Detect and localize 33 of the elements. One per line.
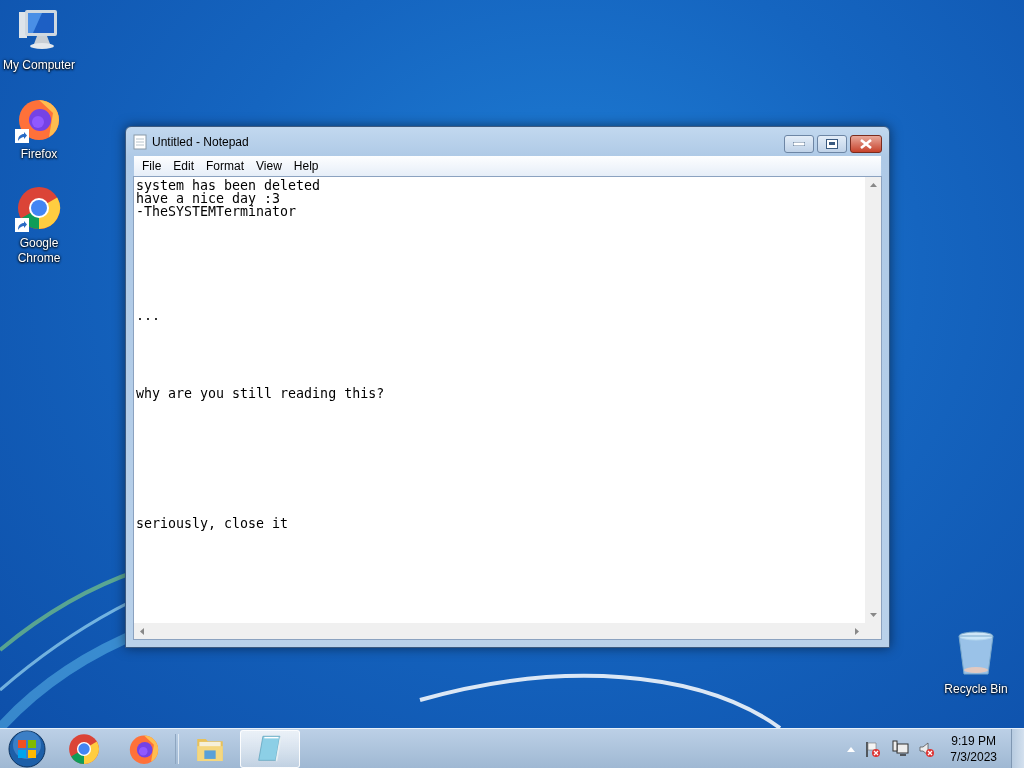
chrome-icon xyxy=(15,184,63,232)
flag-icon[interactable] xyxy=(864,739,883,758)
show-desktop-button[interactable] xyxy=(1011,728,1024,768)
clock-date[interactable]: 7/3/2023 xyxy=(950,748,997,765)
show-hidden-icons-icon[interactable] xyxy=(847,745,856,752)
shortcut-arrow-icon xyxy=(15,129,29,143)
menu-item[interactable]: File xyxy=(136,159,168,173)
shortcut-arrow-icon xyxy=(15,218,29,232)
vertical-scrollbar[interactable] xyxy=(865,177,881,623)
close-icon xyxy=(860,139,872,149)
menu-item[interactable]: Edit xyxy=(167,159,201,173)
speaker-muted-icon[interactable] xyxy=(918,739,937,758)
maximize-button[interactable] xyxy=(817,135,847,153)
notepad-icon xyxy=(133,133,147,150)
menu-item[interactable]: Format xyxy=(200,159,251,173)
window-title: Untitled - Notepad xyxy=(152,134,250,149)
menu-item[interactable]: Help xyxy=(287,159,325,173)
desktop-icon-label[interactable]: Google Chrome xyxy=(1,236,77,266)
clock-time[interactable]: 9:19 PM xyxy=(951,732,996,749)
taskbar-button[interactable] xyxy=(240,729,300,768)
start-button[interactable] xyxy=(8,729,46,768)
menu-item[interactable]: View xyxy=(250,159,288,173)
minimize-button[interactable] xyxy=(784,135,814,153)
close-button[interactable] xyxy=(850,135,882,153)
desktop-icon-label[interactable]: Recycle Bin xyxy=(938,682,1014,697)
horizontal-scrollbar[interactable] xyxy=(134,623,865,639)
desktop-icon-label[interactable]: My Computer xyxy=(1,58,77,73)
maximize-icon xyxy=(826,139,838,149)
chrome-icon xyxy=(67,731,101,766)
network-icon[interactable] xyxy=(891,739,910,758)
recycle-bin-icon xyxy=(956,630,996,678)
desktop-icon-label[interactable]: Firefox xyxy=(1,147,77,162)
minimize-icon xyxy=(793,142,805,146)
